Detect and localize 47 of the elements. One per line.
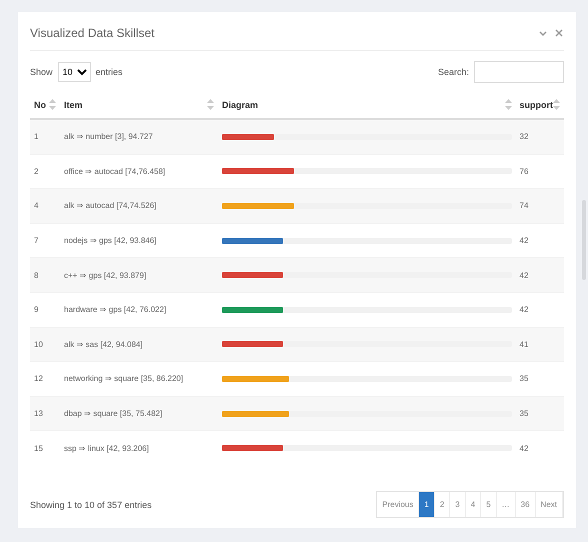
support-value: 42 <box>520 236 528 246</box>
item-text: ssp ⇒ linux [42, 93.206] <box>64 444 149 453</box>
support-value: 41 <box>520 340 528 349</box>
row-number: 1 <box>34 132 38 142</box>
item-text: dbap ⇒ square [35, 75.482] <box>64 409 162 418</box>
item-text: c++ ⇒ gps [42, 93.879] <box>64 270 146 280</box>
row-number: 9 <box>34 305 38 314</box>
sort-icon[interactable] <box>207 99 214 110</box>
support-value: 32 <box>520 132 528 142</box>
item-text: hardware ⇒ gps [42, 76.022] <box>64 305 166 314</box>
item-text: nodejs ⇒ gps [42, 93.846] <box>64 236 156 246</box>
row-number: 10 <box>34 340 43 349</box>
search-field[interactable] <box>474 61 564 83</box>
support-value: 35 <box>520 374 528 384</box>
support-value: 42 <box>520 270 528 280</box>
row-number: 7 <box>34 236 38 246</box>
item-text: networking ⇒ square [35, 86.220] <box>64 374 184 384</box>
close-icon[interactable] <box>554 28 564 38</box>
column-header[interactable]: No <box>34 100 46 110</box>
support-value: 76 <box>520 166 528 176</box>
row-number: 13 <box>34 409 43 418</box>
table-info: Showing 1 to 10 of 357 entries <box>30 500 152 510</box>
entries-label: entries <box>96 67 123 77</box>
item-text: alk ⇒ autocad [74,74.526] <box>64 201 156 210</box>
column-header[interactable]: Diagram <box>222 100 258 110</box>
support-value: 74 <box>520 201 528 210</box>
item-text: office ⇒ autocad [74,76.458] <box>64 166 166 176</box>
sort-icon[interactable] <box>553 99 560 110</box>
sort-icon[interactable] <box>504 99 512 110</box>
row-number: 15 <box>34 444 43 453</box>
item-text: alk ⇒ number [3], 94.727 <box>64 132 153 142</box>
support-value: 35 <box>520 409 528 418</box>
row-number: 12 <box>34 374 43 384</box>
column-header[interactable]: Item <box>64 100 83 110</box>
row-number: 4 <box>34 201 38 210</box>
page-button[interactable]: 1 <box>419 492 435 517</box>
support-value: 42 <box>520 444 528 453</box>
search-label: Search: <box>438 67 469 77</box>
show-label: Show <box>30 67 53 77</box>
panel-title: Visualized Data Skillset <box>30 26 155 40</box>
support-value: 42 <box>520 305 528 314</box>
entries-select[interactable]: 10 <box>58 62 91 82</box>
row-number: 2 <box>34 166 38 176</box>
column-header[interactable]: support <box>520 100 553 110</box>
row-number: 8 <box>34 270 38 280</box>
sort-icon[interactable] <box>49 99 56 110</box>
item-text: alk ⇒ sas [42, 94.084] <box>64 340 143 349</box>
